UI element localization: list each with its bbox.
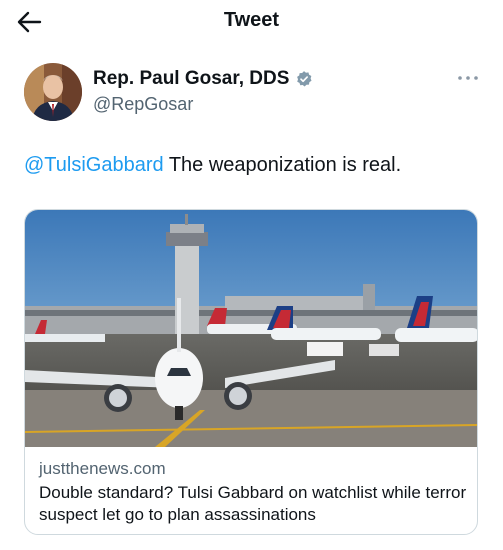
avatar[interactable] [24,63,82,121]
author-name[interactable]: Rep. Paul Gosar, DDS [93,68,289,90]
card-title: Double standard? Tulsi Gabbard on watchl… [39,483,467,524]
mention-link[interactable]: @TulsiGabbard [24,154,164,176]
more-options-button[interactable] [455,68,481,88]
tweet-body: The weaponization is real. [163,154,402,176]
airport-tarmac-photo [25,210,477,447]
ellipsis-icon [458,76,478,80]
author-handle[interactable]: @RepGosar [93,94,193,115]
tweet-text: @TulsiGabbard The weaponization is real. [24,154,401,177]
link-card[interactable]: justthenews.com Double standard? Tulsi G… [24,209,478,535]
card-domain: justthenews.com [39,459,166,478]
profile-photo [24,63,82,121]
author-name-row[interactable]: Rep. Paul Gosar, DDS [93,68,313,90]
page-title: Tweet [223,9,280,31]
top-bar: Tweet [0,0,503,44]
verified-badge-icon [297,71,312,87]
